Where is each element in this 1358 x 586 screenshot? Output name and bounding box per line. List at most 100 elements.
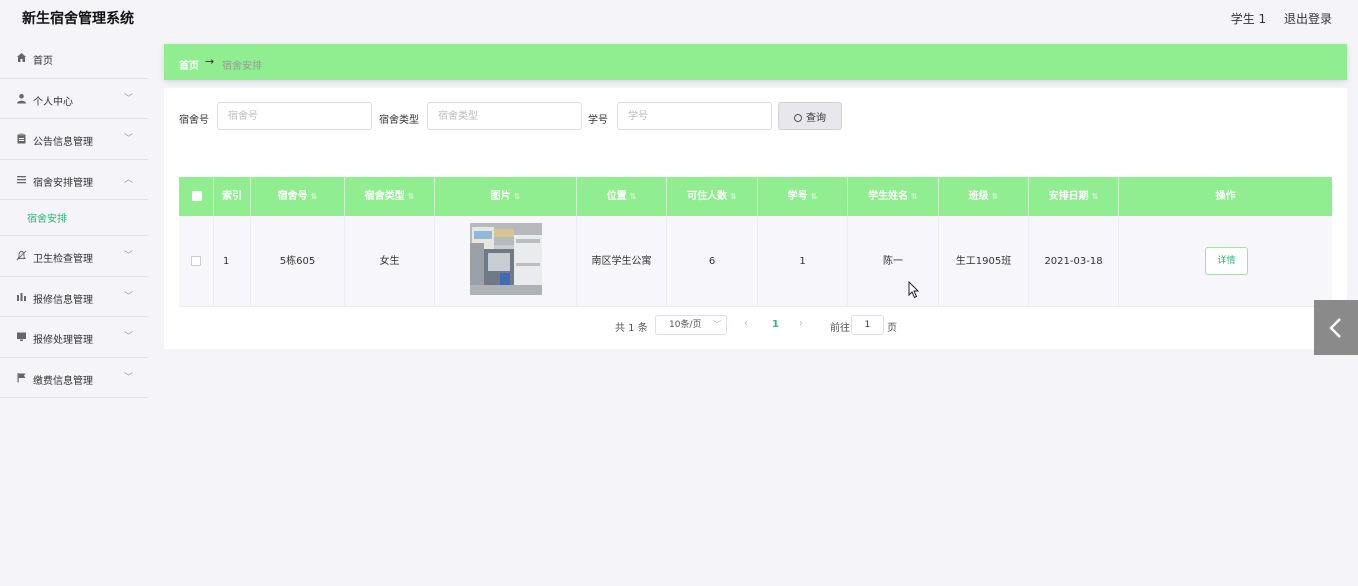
pagination-total: 共 1 条: [615, 323, 648, 334]
app-title: 新生宿舍管理系统: [22, 11, 134, 27]
page-unit-label: 页: [887, 323, 897, 334]
cell-location: 南区学生公寓: [577, 216, 667, 307]
chevron-left-icon: [1329, 318, 1341, 338]
cell-index: 1: [214, 216, 251, 307]
sidebar-item-label: 公告信息管理: [33, 137, 93, 148]
student-id-label: 学号: [588, 115, 608, 126]
sidebar-item-label: 个人中心: [33, 96, 73, 108]
col-index: 索引: [214, 177, 251, 216]
goto-page-input[interactable]: 1: [851, 315, 884, 335]
chevron-down-icon: ﹀: [124, 291, 134, 302]
dorm-no-label: 宿舍号: [179, 115, 209, 126]
col-image[interactable]: 图片 ⇅: [435, 177, 577, 216]
search-icon: [794, 113, 802, 122]
flag-icon: [15, 372, 27, 384]
arrow-right-icon: →: [205, 55, 215, 68]
cell-student-id: 1: [758, 216, 848, 307]
sidebar-item-home[interactable]: 首页: [0, 38, 148, 79]
breadcrumb-current: 宿舍安排: [222, 61, 262, 72]
cell-dorm-type: 女生: [345, 216, 435, 307]
sidebar-item-label: 缴费信息管理: [33, 375, 93, 387]
dorm-type-label: 宿舍类型: [379, 115, 419, 126]
bell-off-icon: [15, 250, 27, 262]
search-button-label: 查询: [806, 112, 826, 124]
sidebar-item-personal[interactable]: 个人中心 ﹀: [0, 79, 148, 119]
sidebar-item-notice[interactable]: 公告信息管理 ﹀: [0, 119, 148, 160]
submenu-dorm-arrangement: 宿舍安排: [0, 200, 148, 236]
row-checkbox[interactable]: [191, 256, 201, 266]
sort-icon: ⇅: [911, 192, 918, 201]
cell-student-name: 陈一: [848, 216, 939, 307]
chevron-up-icon: ︿: [124, 174, 134, 185]
cell-action: 详情: [1119, 216, 1332, 307]
menu-lines-icon: [15, 174, 27, 186]
sort-icon: ⇅: [310, 192, 318, 201]
sort-icon: ⇅: [1091, 192, 1099, 201]
col-student-name[interactable]: 学生姓名 ⇅: [848, 177, 939, 216]
table-header: 索引 宿舍号 ⇅ 宿舍类型 ⇅ 图片 ⇅ 位置 ⇅ 可住人数 ⇅ 学号 ⇅ 学生姓名 ⇅ 班级…: [179, 177, 1332, 216]
cell-capacity: 6: [667, 216, 758, 307]
breadcrumb: 首页 → 宿舍安排: [164, 44, 1347, 80]
sort-icon: ⇅: [513, 192, 521, 201]
col-student-id[interactable]: 学号 ⇅: [758, 177, 848, 216]
col-capacity[interactable]: 可住人数 ⇅: [667, 177, 758, 216]
col-action: 操作: [1215, 191, 1236, 202]
mouse-cursor-icon: [908, 281, 920, 299]
col-dorm-no[interactable]: 宿舍号 ⇅: [251, 177, 345, 216]
sidebar-item-repair-info[interactable]: 报修信息管理 ﹀: [0, 277, 148, 317]
chevron-down-icon: ﹀: [124, 251, 134, 261]
prev-page-icon[interactable]: ‹: [744, 318, 748, 329]
table-row: 1 5栋605 女生 南区学生公寓 6 1 陈一 生工1905班 2021-03…: [179, 216, 1332, 307]
select-all-checkbox[interactable]: [192, 191, 202, 201]
sidebar-item-label: 报修处理管理: [33, 335, 93, 346]
dorm-no-input[interactable]: [217, 102, 372, 130]
sidebar-item-dorm-arrangement[interactable]: 宿舍安排管理 ︿: [0, 160, 148, 200]
top-bar: 新生宿舍管理系统 学生 1 退出登录: [0, 0, 1358, 36]
sort-icon: ⇅: [810, 192, 818, 201]
user-area: 学生 1 退出登录: [1217, 10, 1332, 27]
next-page-icon[interactable]: ›: [799, 318, 803, 329]
cell-image: [435, 216, 577, 307]
col-label: 班级: [968, 191, 989, 202]
col-date[interactable]: 安排日期 ⇅: [1029, 177, 1119, 216]
student-id-input[interactable]: [617, 102, 772, 130]
col-label: 安排日期: [1048, 191, 1089, 202]
goto-label: 前往: [830, 323, 850, 334]
row-select-cell: [179, 216, 214, 307]
clipboard-icon: [15, 133, 27, 145]
col-class[interactable]: 班级 ⇅: [939, 177, 1029, 216]
cell-dorm-no: 5栋605: [251, 216, 345, 307]
dorm-type-input[interactable]: [427, 102, 582, 130]
breadcrumb-home[interactable]: 首页: [179, 57, 199, 72]
col-label: 宿舍号: [277, 191, 308, 202]
select-all-cell: [179, 177, 214, 216]
collapse-panel-button[interactable]: [1314, 300, 1358, 355]
page-number-current[interactable]: 1: [772, 319, 779, 330]
col-label: 学号: [787, 191, 808, 202]
page-size-select[interactable]: 10条/页 ﹀: [655, 315, 727, 335]
col-label: 可住人数: [687, 191, 728, 202]
submenu-item-dorm[interactable]: 宿舍安排: [27, 210, 67, 225]
sidebar-item-repair-handling[interactable]: 报修处理管理 ﹀: [0, 317, 148, 358]
logout-link[interactable]: 退出登录: [1284, 12, 1332, 26]
sort-icon: ⇅: [407, 192, 415, 201]
chevron-down-icon: ﹀: [124, 372, 134, 383]
col-location[interactable]: 位置 ⇅: [577, 177, 667, 216]
user-name[interactable]: 学生 1: [1231, 12, 1266, 26]
chevron-down-icon: ﹀: [124, 332, 134, 342]
monitor-icon: [15, 331, 27, 343]
dorm-room-photo[interactable]: [470, 223, 542, 295]
sidebar-item-hygiene[interactable]: 卫生检查管理 ﹀: [0, 236, 148, 277]
search-button[interactable]: 查询: [778, 102, 842, 130]
sidebar-item-payment[interactable]: 缴费信息管理 ﹀: [0, 358, 148, 398]
col-label: 学生姓名: [868, 191, 909, 202]
col-dorm-type[interactable]: 宿舍类型 ⇅: [345, 177, 435, 216]
chevron-down-icon: ﹀: [124, 134, 134, 144]
bar-chart-icon: [15, 291, 27, 303]
col-label: 图片: [490, 191, 511, 202]
sidebar-item-label: 报修信息管理: [33, 294, 93, 306]
detail-button[interactable]: 详情: [1205, 247, 1248, 275]
chevron-down-icon: ﹀: [124, 93, 134, 104]
sidebar-item-label: 首页: [33, 56, 53, 67]
user-icon: [15, 93, 27, 105]
